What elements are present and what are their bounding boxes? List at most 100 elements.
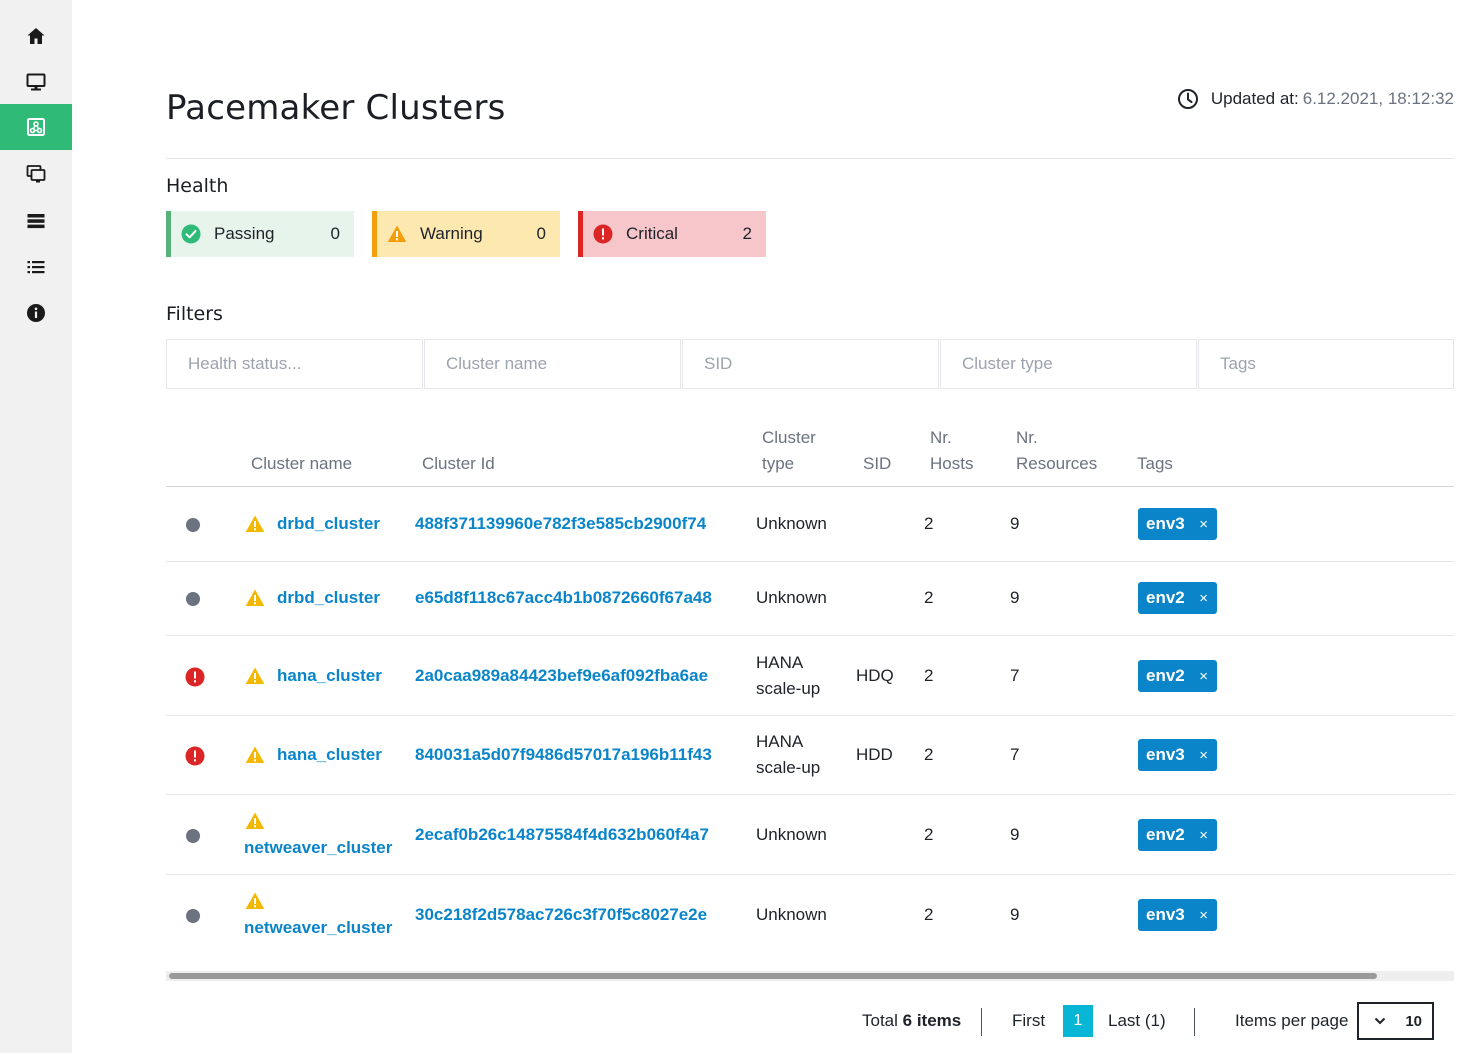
health-critical-label: Critical: [626, 224, 678, 243]
sidebar-item-databases[interactable]: [0, 198, 72, 244]
hosts-count: 2: [924, 514, 934, 533]
tag-label: env3: [1146, 514, 1185, 533]
critical-health-icon: [185, 746, 205, 766]
sidebar-item-sap-systems[interactable]: [0, 151, 72, 197]
remove-tag-icon[interactable]: ×: [1199, 516, 1208, 533]
sidebar-item-about[interactable]: [0, 290, 72, 336]
cluster-type-placeholder: Cluster type: [962, 354, 1053, 373]
unknown-health-icon: [186, 592, 200, 606]
first-page-link[interactable]: First: [1012, 1008, 1045, 1034]
checks-catalog-icon: [27, 261, 45, 274]
tag-badge: env2 ×: [1138, 819, 1217, 851]
items-per-page-label: Items per page: [1235, 1011, 1349, 1030]
resources-count: 9: [1010, 514, 1020, 533]
check-circle-icon: [181, 224, 201, 244]
hosts-count: 2: [924, 588, 934, 607]
sidebar-item-checks-catalog[interactable]: [0, 244, 72, 290]
sap-systems-icon: [26, 165, 46, 183]
header-resources-line1[interactable]: Nr.: [1016, 425, 1038, 451]
health-status-placeholder: Health status...: [188, 354, 302, 373]
health-passing-label: Passing: [214, 224, 275, 243]
health-passing-count: 0: [330, 224, 340, 243]
tags-filter[interactable]: Tags: [1198, 339, 1454, 389]
row-divider: [166, 635, 1454, 636]
cluster-name-link[interactable]: hana_cluster: [277, 663, 382, 689]
chevron-down-icon: [1374, 1017, 1386, 1025]
cluster-name-link[interactable]: drbd_cluster: [277, 585, 380, 611]
cluster-type: Unknown: [756, 905, 827, 924]
remove-tag-icon[interactable]: ×: [1199, 907, 1208, 924]
table-header-divider: [166, 486, 1454, 487]
cluster-sid: HDD: [856, 745, 893, 764]
remove-tag-icon[interactable]: ×: [1199, 590, 1208, 607]
header-cluster-id[interactable]: Cluster Id: [422, 451, 495, 477]
hosts-count: 2: [924, 905, 934, 924]
header-cluster-type-line2[interactable]: type: [762, 451, 794, 477]
header-hosts-line1[interactable]: Nr.: [930, 425, 952, 451]
header-tags[interactable]: Tags: [1137, 451, 1173, 477]
health-status-filter[interactable]: Health status...: [166, 339, 423, 389]
tag-badge: env2 ×: [1138, 660, 1217, 692]
sidebar-item-home[interactable]: [0, 13, 72, 59]
resources-count: 9: [1010, 825, 1020, 844]
cluster-name-link[interactable]: netweaver_cluster: [244, 915, 392, 941]
warning-icon: [245, 514, 265, 534]
resources-count: 9: [1010, 905, 1020, 924]
header-cluster-name[interactable]: Cluster name: [251, 451, 352, 477]
remove-tag-icon[interactable]: ×: [1199, 827, 1208, 844]
home-icon: [27, 28, 45, 44]
header-sid[interactable]: SID: [863, 451, 891, 477]
health-warning-filter[interactable]: Warning 0: [372, 211, 560, 257]
unknown-health-icon: [186, 518, 200, 532]
cluster-id-link[interactable]: 2a0caa989a84423bef9e6af092fba6ae: [415, 663, 708, 689]
cluster-name-link[interactable]: hana_cluster: [277, 742, 382, 768]
cluster-id-link[interactable]: 30c218f2d578ac726c3f70f5c8027e2e: [415, 902, 707, 928]
remove-tag-icon[interactable]: ×: [1199, 747, 1208, 764]
tag-badge: env3 ×: [1138, 739, 1217, 771]
main-content: Pacemaker Clusters Updated at: 6.12.2021…: [166, 0, 1454, 1053]
cluster-id-link[interactable]: e65d8f118c67acc4b1b0872660f67a48: [415, 585, 712, 611]
items-per-page-value: 10: [1405, 1012, 1422, 1030]
warning-icon: [245, 588, 265, 608]
health-passing-filter[interactable]: Passing 0: [166, 211, 354, 257]
total-prefix: Total: [862, 1011, 898, 1030]
warning-icon: [387, 224, 407, 244]
filters-title: Filters: [166, 303, 223, 325]
about-icon: [27, 304, 45, 322]
remove-tag-icon[interactable]: ×: [1199, 668, 1208, 685]
page-1-button[interactable]: 1: [1063, 1005, 1093, 1037]
tags-placeholder: Tags: [1220, 354, 1256, 373]
health-critical-filter[interactable]: Critical 2: [578, 211, 766, 257]
cluster-id-link[interactable]: 488f371139960e782f3e585cb2900f74: [415, 511, 706, 537]
cluster-type: Unknown: [756, 825, 827, 844]
cluster-name-link[interactable]: drbd_cluster: [277, 511, 380, 537]
resources-count: 7: [1010, 666, 1020, 685]
header-resources-line2[interactable]: Resources: [1016, 451, 1097, 477]
sidebar-item-hosts[interactable]: [0, 59, 72, 105]
cluster-type-filter[interactable]: Cluster type: [940, 339, 1197, 389]
row-divider: [166, 874, 1454, 875]
items-per-page-select[interactable]: 10: [1357, 1002, 1434, 1040]
resources-count: 9: [1010, 588, 1020, 607]
cluster-sid: HDQ: [856, 666, 894, 685]
sidebar: [0, 0, 72, 1053]
updated-at: Updated at: 6.12.2021, 18:12:32: [1177, 88, 1454, 110]
sid-filter[interactable]: SID: [682, 339, 939, 389]
sidebar-item-clusters[interactable]: [0, 104, 72, 150]
warning-icon: [245, 811, 265, 831]
cluster-type-detail: scale-up: [756, 679, 821, 698]
cluster-type: Unknown: [756, 588, 827, 607]
unknown-health-icon: [186, 829, 200, 843]
clusters-icon: [27, 118, 45, 136]
cluster-id-link[interactable]: 840031a5d07f9486d57017a196b11f43: [415, 742, 712, 768]
cluster-name-link[interactable]: netweaver_cluster: [244, 835, 392, 861]
cluster-name-filter[interactable]: Cluster name: [424, 339, 681, 389]
header-cluster-type-line1[interactable]: Cluster: [762, 425, 816, 451]
row-divider: [166, 794, 1454, 795]
horizontal-scrollbar-thumb[interactable]: [169, 973, 1377, 979]
header-hosts-line2[interactable]: Hosts: [930, 451, 973, 477]
updated-label: Updated at:: [1210, 89, 1299, 108]
cluster-id-link[interactable]: 2ecaf0b26c14875584f4d632b060f4a7: [415, 822, 709, 848]
last-page-link[interactable]: Last (1): [1108, 1008, 1166, 1034]
tag-label: env3: [1146, 745, 1185, 764]
